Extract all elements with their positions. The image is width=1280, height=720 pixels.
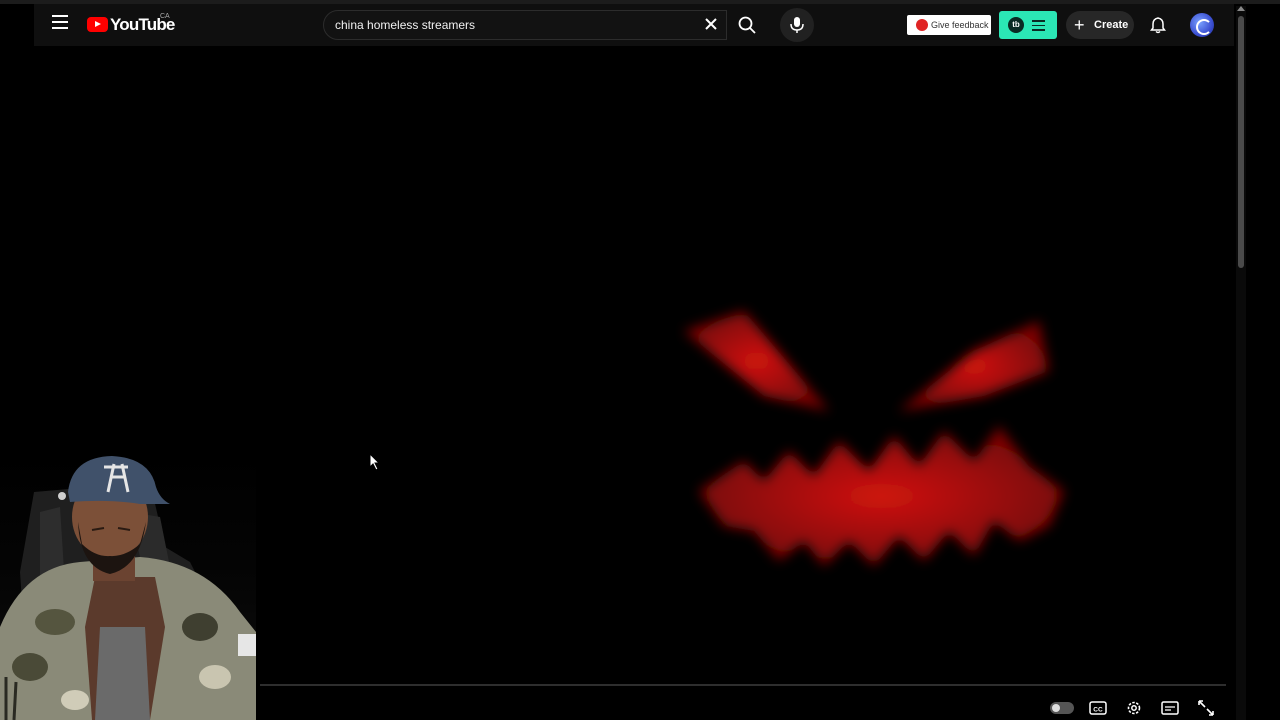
search-box[interactable]: china homeless streamers xyxy=(323,10,727,40)
plus-icon: + xyxy=(1074,15,1085,35)
autoplay-toggle-icon[interactable] xyxy=(1050,702,1074,714)
avatar[interactable] xyxy=(1190,13,1214,37)
youtube-logo-icon[interactable] xyxy=(87,17,108,32)
create-button[interactable]: + Create xyxy=(1066,11,1134,39)
pumpkin-face-video-frame xyxy=(684,311,1064,566)
give-feedback-button[interactable]: Give feedback xyxy=(907,15,991,35)
region-code: CA xyxy=(160,13,170,20)
scroll-up-arrow[interactable] xyxy=(1237,6,1245,11)
voice-search-button[interactable] xyxy=(780,8,814,42)
miniplayer-icon[interactable] xyxy=(1161,699,1179,717)
feedback-icon xyxy=(916,19,928,31)
extension-menu-icon xyxy=(1032,20,1045,34)
mic-icon xyxy=(790,17,804,33)
extension-button[interactable]: tb xyxy=(999,11,1057,39)
cursor-icon xyxy=(369,453,381,471)
svg-text:CC: CC xyxy=(1093,707,1103,714)
video-progress-bar[interactable] xyxy=(260,684,1226,686)
create-label: Create xyxy=(1094,19,1129,31)
bell-icon[interactable] xyxy=(1149,16,1167,34)
feedback-label: Give feedback xyxy=(931,20,989,30)
clear-icon[interactable] xyxy=(702,15,720,33)
captions-icon[interactable]: CC xyxy=(1089,699,1107,717)
settings-icon[interactable] xyxy=(1125,699,1143,717)
webcam-overlay xyxy=(0,452,256,720)
extension-logo: tb xyxy=(1008,17,1024,33)
search-input[interactable]: china homeless streamers xyxy=(335,18,475,32)
menu-icon[interactable] xyxy=(52,15,68,29)
fullscreen-icon[interactable] xyxy=(1197,699,1215,717)
scrollbar-thumb[interactable] xyxy=(1238,16,1244,268)
search-icon[interactable] xyxy=(737,15,757,35)
